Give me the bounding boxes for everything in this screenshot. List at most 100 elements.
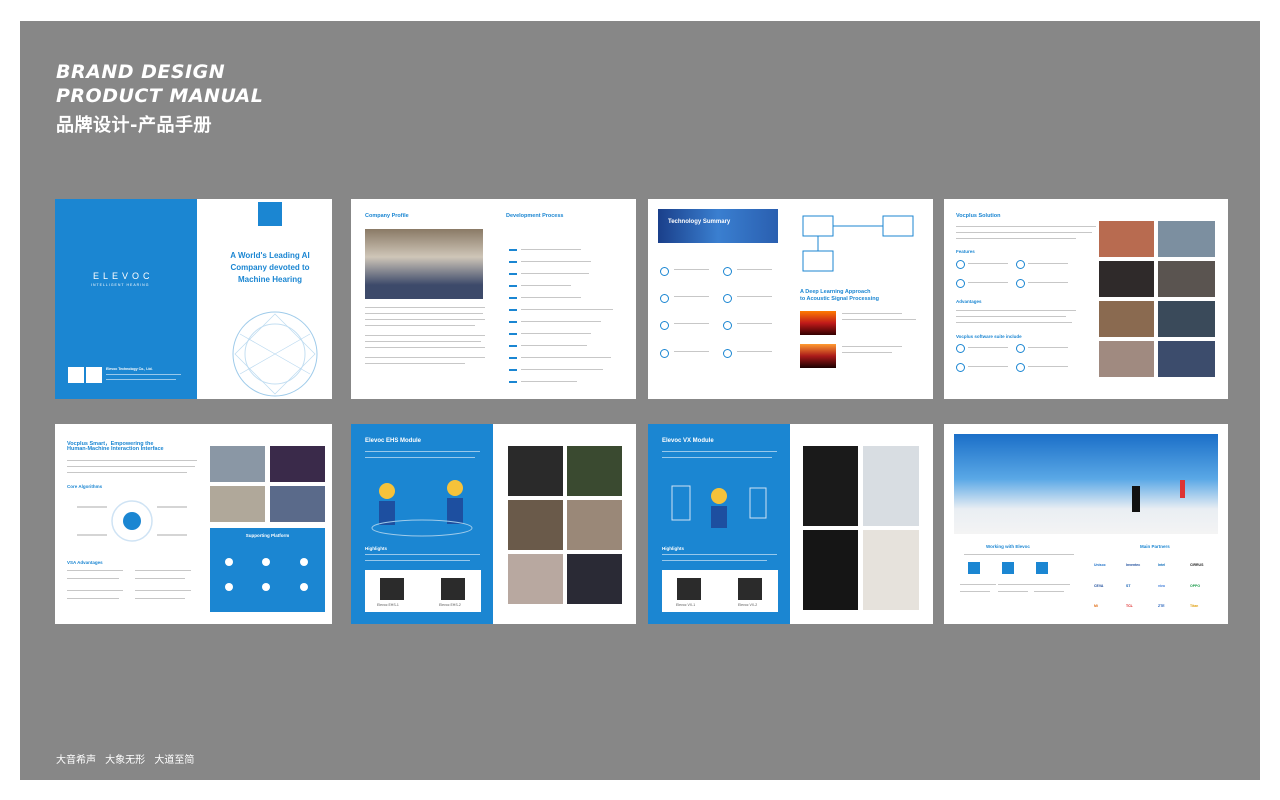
text-line (1028, 263, 1068, 265)
photo-cockpit (567, 554, 622, 604)
text-line (67, 578, 119, 580)
android-icon (225, 583, 233, 591)
text-line (956, 316, 1066, 318)
deep-learning-title-1: A Deep Learning Approach (800, 289, 871, 295)
city-sky-banner (954, 434, 1218, 534)
text-line (521, 261, 591, 263)
feature-icon (1016, 260, 1025, 269)
core-algorithms-label: Core Algorithms (67, 484, 103, 489)
vx-illustration (671, 485, 767, 528)
brand-logo: Unisoc (1094, 563, 1106, 567)
photo-woman-headset (508, 554, 563, 604)
network-globe-graphic (232, 311, 318, 397)
photo-handshake (567, 500, 622, 550)
timeline-mark (509, 369, 517, 371)
text-line (521, 285, 571, 287)
text-line (737, 323, 772, 325)
suite-icon (1016, 344, 1025, 353)
feature-icon (1016, 279, 1025, 288)
tech-icon (723, 267, 732, 276)
photo-meeting (508, 500, 563, 550)
feature-icon (956, 279, 965, 288)
text-line (662, 451, 777, 453)
text-line (737, 269, 772, 271)
page-solution: Vocplus Solution Features Advantages Voc… (944, 199, 1228, 399)
text-line (67, 570, 123, 572)
photo-meeting (1099, 301, 1154, 337)
text-line (1028, 366, 1068, 368)
brand-logo: Inventec (1126, 563, 1141, 567)
photo-officer (567, 446, 622, 496)
photo-city (270, 486, 325, 522)
text-line (106, 379, 176, 381)
text-line (842, 352, 892, 354)
cover-headline-2: Company devoted to (230, 263, 310, 272)
text-line (365, 554, 480, 556)
text-line (662, 560, 767, 562)
brand-logo: TCL (1126, 604, 1133, 608)
text-line (521, 309, 613, 311)
text-line (521, 381, 577, 383)
standing-person-figure (1132, 486, 1140, 512)
layers-icon (968, 562, 980, 574)
text-line (135, 570, 191, 572)
ehs-title: Elevoc EHS Module (365, 438, 422, 444)
supporting-platform-panel: Supporting Platform (210, 528, 325, 612)
photo-robot (803, 446, 858, 526)
network-icon (1036, 562, 1048, 574)
photo-kitchen (210, 446, 265, 482)
qr-code-icon (68, 367, 84, 383)
vx-blue-panel: Elevoc VX Module Highlights Elevoc VX-1 … (648, 424, 790, 624)
ehs-board-1-label: Elevoc EHS-1 (377, 603, 399, 607)
cover-blue-panel: ELEVOC INTELLIGENT HEARING Elevoc Techno… (55, 199, 197, 399)
suite-icon (1016, 363, 1025, 372)
photo-speaker (1099, 261, 1154, 297)
brand-logo: ST (1126, 584, 1131, 588)
suite-label: Vocplus software suite include (956, 334, 1022, 339)
brand-logo: Mi (1094, 604, 1098, 608)
advantages-label: Advantages (956, 299, 982, 304)
supporting-platform-label: Supporting Platform (245, 533, 290, 538)
photo-car (270, 446, 325, 482)
core-algorithms-diagram (77, 500, 187, 542)
text-line (956, 310, 1076, 312)
text-line (67, 460, 197, 462)
features-label: Features (956, 249, 975, 254)
presentation-frame: BRAND DESIGN PRODUCT MANUAL 品牌设计-产品手册 EL… (20, 21, 1260, 780)
spectrogram-2 (800, 344, 836, 368)
timeline-mark (509, 333, 517, 335)
vx-board-box: Elevoc VX-1 Elevoc VX-2 (662, 570, 778, 612)
photo-worker (1158, 221, 1215, 257)
page-cover: ELEVOC INTELLIGENT HEARING Elevoc Techno… (55, 199, 332, 399)
page-profile: Company Profile Development Process (351, 199, 636, 399)
photo-lamp (863, 530, 919, 610)
cover-logo: ELEVOC (93, 271, 154, 281)
brand-logo: Intel (1158, 563, 1166, 567)
ehs-board-box: Elevoc EHS-1 Elevoc EHS-2 (365, 570, 481, 612)
timeline-mark (509, 381, 517, 383)
solution-title: Vocplus Solution (956, 213, 1001, 219)
text-line (365, 457, 475, 459)
suite-icon (956, 344, 965, 353)
cover-logo-sub: INTELLIGENT HEARING (91, 283, 150, 287)
smart-title-2: Human-Machine Interaction Interface (67, 446, 164, 452)
photo-office (1158, 341, 1215, 377)
brand-logo: OPPO (1190, 584, 1201, 588)
text-line (67, 466, 195, 468)
tech-icon (723, 321, 732, 330)
text-line (365, 560, 470, 562)
ehs-board-2-image (441, 578, 465, 600)
suite-icon (956, 363, 965, 372)
photo-smart-speaker (863, 446, 919, 526)
brand-logo: vivo (1158, 584, 1166, 588)
photo-group (1158, 261, 1215, 297)
text-line (135, 590, 191, 592)
deep-learning-title-2: to Acoustic Signal Processing (800, 296, 879, 302)
text-line (956, 322, 1072, 324)
text-line (365, 341, 481, 343)
vx-title: Elevoc VX Module (662, 438, 714, 444)
vx-board-2-image (738, 578, 762, 600)
tech-icon (660, 321, 669, 330)
text-line (365, 335, 485, 337)
text-line (1028, 282, 1068, 284)
